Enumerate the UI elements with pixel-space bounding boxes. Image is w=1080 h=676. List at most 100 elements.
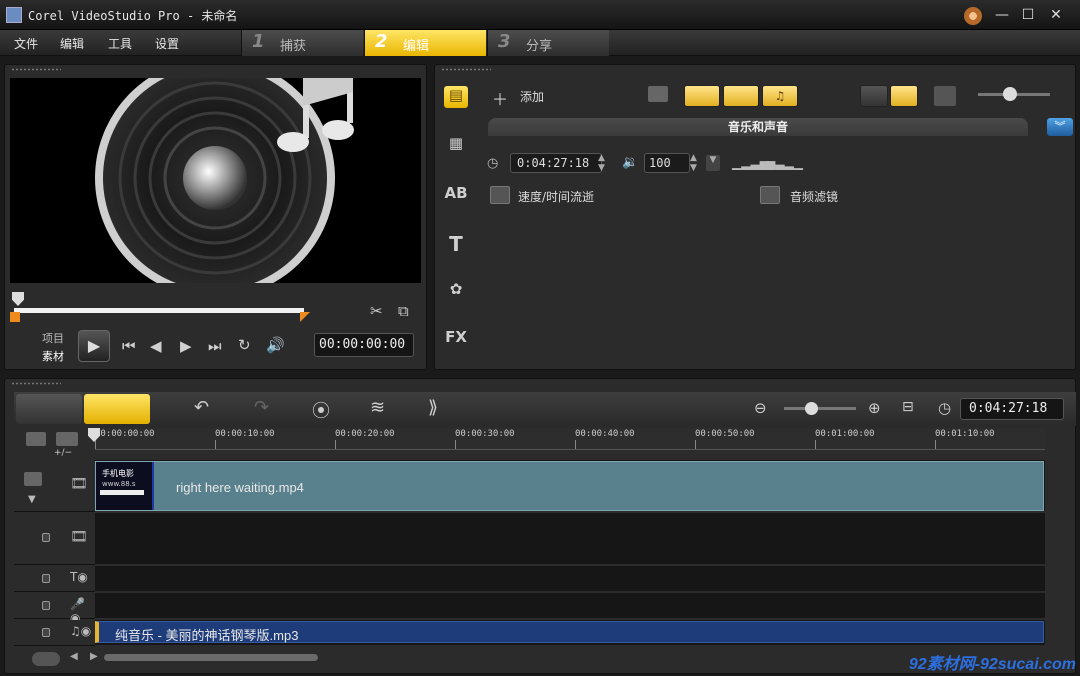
slider-knob[interactable] bbox=[1003, 87, 1017, 101]
mode-project[interactable]: 项目 bbox=[42, 330, 64, 346]
redo-icon[interactable]: ↷ bbox=[254, 397, 269, 418]
timeline-toolbar bbox=[14, 392, 1076, 426]
scissors-icon[interactable]: ✂ bbox=[370, 302, 383, 320]
repeat-icon[interactable]: ↻ bbox=[238, 336, 251, 354]
thumb-text: www.88.s bbox=[102, 480, 136, 488]
thumb-text: 手机电影 bbox=[102, 469, 134, 478]
enlarge-icon[interactable]: ⧉ bbox=[398, 302, 409, 320]
scroll-left-icon[interactable]: ◀ bbox=[70, 651, 78, 662]
title-track[interactable] bbox=[95, 566, 1045, 592]
menu-tools[interactable]: 工具 bbox=[108, 35, 132, 52]
volume-field[interactable]: 100 bbox=[644, 153, 690, 173]
end-icon[interactable]: ⏭ bbox=[208, 337, 222, 355]
fade-out-icon[interactable]: ▅▃▂▁ bbox=[766, 156, 803, 170]
volume-dropdown[interactable]: ▼ bbox=[706, 155, 720, 171]
video-clip[interactable]: right here waiting.mp4 bbox=[95, 461, 1044, 511]
tab-capture[interactable]: 1 捕获 bbox=[241, 30, 363, 56]
record-capture-icon[interactable]: ⦿ bbox=[312, 397, 330, 423]
sort-icon[interactable] bbox=[934, 86, 956, 106]
audio-filter-icon[interactable] bbox=[760, 186, 780, 204]
sound-mixer-icon[interactable]: ≋ bbox=[370, 397, 385, 418]
ruler-label: 00:00:30:00 bbox=[455, 429, 515, 439]
panel-grip[interactable] bbox=[11, 382, 61, 385]
scroll-right-icon[interactable]: ▶ bbox=[90, 651, 98, 662]
tab-edit[interactable]: 2 编辑 bbox=[364, 30, 486, 56]
track-manager-icon[interactable] bbox=[26, 432, 46, 446]
undo-icon[interactable]: ↶ bbox=[194, 397, 209, 418]
zoom-in-icon[interactable]: ⊕ bbox=[868, 399, 881, 417]
filter-icon[interactable]: FX bbox=[444, 328, 468, 350]
audio-clip-name: 纯音乐 - 美丽的神话钢琴版.mp3 bbox=[115, 628, 299, 643]
duration-field[interactable]: 0:04:27:18 bbox=[510, 153, 602, 173]
zoom-knob[interactable] bbox=[805, 402, 818, 415]
ruler-label: 00:00:50:00 bbox=[695, 429, 755, 439]
step-number: 2 bbox=[375, 31, 388, 52]
timeline-view-button[interactable] bbox=[84, 394, 150, 424]
panel-grip[interactable] bbox=[11, 68, 61, 71]
fit-project-icon[interactable]: ⊟ bbox=[902, 399, 914, 415]
show-videos-button[interactable] bbox=[684, 85, 720, 107]
volume-icon[interactable]: 🔊 bbox=[266, 336, 285, 354]
scrub-bar[interactable] bbox=[14, 308, 304, 313]
previous-frame-icon[interactable]: ◀ bbox=[150, 337, 162, 355]
overlay-track[interactable] bbox=[95, 513, 1045, 565]
timeline-timecode[interactable]: 0:04:27:18 bbox=[960, 398, 1064, 420]
mode-clip[interactable]: 素材 bbox=[42, 348, 64, 364]
lock-icon[interactable] bbox=[42, 628, 50, 637]
project-duration-icon: ◷ bbox=[938, 399, 952, 417]
list-view-button[interactable] bbox=[860, 85, 888, 107]
chapter-point-icon[interactable] bbox=[56, 432, 78, 446]
timeline-scrollbar[interactable] bbox=[104, 654, 318, 661]
preview-timecode[interactable]: 00:00:00:00 bbox=[314, 333, 414, 357]
corel-logo-icon[interactable] bbox=[964, 7, 982, 25]
menu-settings[interactable]: 设置 bbox=[155, 35, 179, 52]
instant-project-icon[interactable]: ▦ bbox=[444, 134, 468, 156]
add-folder-label[interactable]: 添加 bbox=[520, 88, 544, 105]
volume-stepper[interactable]: ▲ ▼ bbox=[690, 153, 697, 173]
menu-file[interactable]: 文件 bbox=[14, 35, 38, 52]
ruler-tick bbox=[575, 440, 576, 449]
speed-time-lapse[interactable]: 速度/时间流逝 bbox=[518, 188, 594, 205]
close-button[interactable]: ✕ bbox=[1046, 6, 1066, 24]
lock-icon[interactable] bbox=[42, 601, 50, 610]
voice-track[interactable] bbox=[95, 593, 1045, 619]
lock-icon[interactable] bbox=[42, 574, 50, 583]
auto-music-icon[interactable]: ⟫ bbox=[428, 397, 438, 418]
title-icon[interactable]: T bbox=[444, 232, 468, 256]
play-button[interactable]: ▶ bbox=[78, 330, 110, 362]
transition-icon[interactable]: AB bbox=[444, 184, 468, 206]
minimize-button[interactable]: — bbox=[992, 6, 1012, 24]
tab-share[interactable]: 3 分享 bbox=[487, 30, 609, 56]
next-frame-icon[interactable]: ▶ bbox=[180, 337, 192, 355]
add-icon[interactable]: ＋ bbox=[492, 86, 508, 110]
lock-icon[interactable] bbox=[42, 533, 50, 542]
maximize-button[interactable]: ☐ bbox=[1018, 6, 1038, 24]
menu-edit[interactable]: 编辑 bbox=[60, 35, 84, 52]
panel-grip[interactable] bbox=[441, 68, 491, 71]
video-preview bbox=[10, 78, 421, 283]
zoom-out-icon[interactable]: ⊖ bbox=[754, 399, 767, 417]
track-options-icon[interactable] bbox=[24, 472, 42, 486]
add-track-button[interactable] bbox=[32, 652, 60, 666]
home-icon[interactable]: ⏮ bbox=[122, 337, 136, 355]
show-audio-button[interactable]: ♫ bbox=[762, 85, 798, 107]
audio-clip[interactable]: 纯音乐 - 美丽的神话钢琴版.mp3 bbox=[95, 621, 1044, 643]
audio-filter[interactable]: 音频滤镜 bbox=[790, 188, 838, 205]
zoom-slider[interactable] bbox=[784, 407, 856, 410]
graphic-icon[interactable]: ✿ bbox=[444, 280, 468, 302]
mark-in-handle[interactable] bbox=[10, 312, 20, 322]
ruler-tick bbox=[935, 440, 936, 449]
folder-icon[interactable] bbox=[648, 86, 668, 102]
duration-stepper[interactable]: ▲ ▼ bbox=[598, 153, 605, 173]
speed-icon[interactable] bbox=[490, 186, 510, 204]
app-icon bbox=[6, 7, 22, 23]
storyboard-view-button[interactable] bbox=[16, 394, 82, 424]
show-photos-button[interactable] bbox=[723, 85, 759, 107]
add-remove-label[interactable]: +/− bbox=[54, 448, 72, 458]
dropdown-arrow-icon[interactable]: ▼ bbox=[28, 494, 36, 505]
fade-in-icon[interactable]: ▁▂▃▅ bbox=[732, 156, 769, 170]
timeline-ruler[interactable]: 00:00:00:00 00:00:10:00 00:00:20:00 00:0… bbox=[95, 428, 1045, 450]
thumbnail-view-button[interactable] bbox=[890, 85, 918, 107]
expand-options-button[interactable]: ︾ bbox=[1047, 118, 1073, 136]
media-icon[interactable]: ▤ bbox=[444, 86, 468, 108]
